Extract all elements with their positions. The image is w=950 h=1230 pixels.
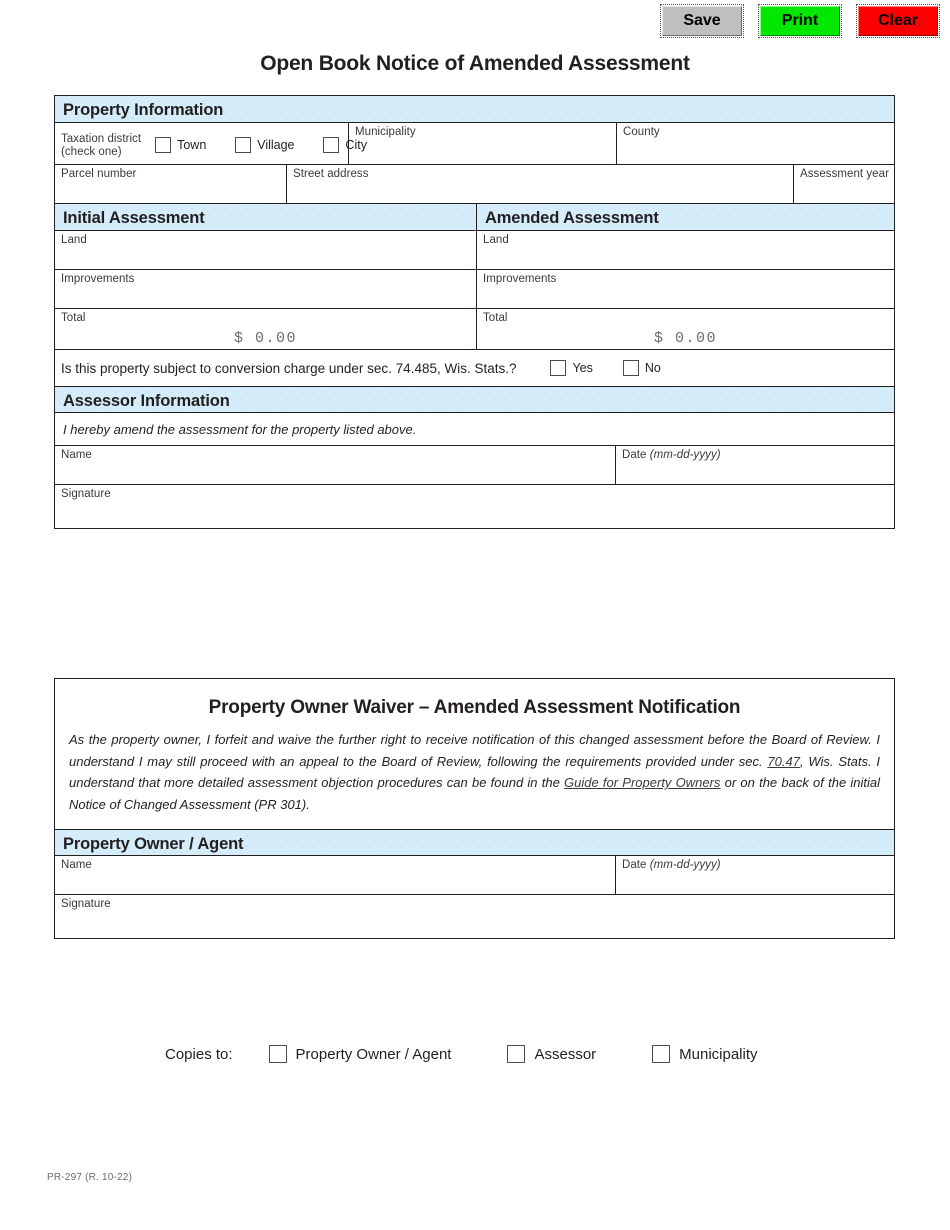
waiver-title: Property Owner Waiver – Amended Assessme… bbox=[208, 697, 741, 718]
street-address-field[interactable]: Street address bbox=[286, 165, 793, 203]
owner-date-format: (mm-dd-yyyy) bbox=[649, 859, 721, 871]
county-field[interactable]: County bbox=[616, 123, 894, 164]
section-header-amended-assessment: Amended Assessment bbox=[476, 204, 894, 230]
owner-signature-row: Signature bbox=[55, 894, 894, 938]
owner-date-field[interactable]: Date (mm-dd-yyyy) bbox=[615, 856, 894, 894]
copies-to-row: Copies to: Property Owner / Agent Assess… bbox=[165, 1045, 814, 1063]
assessment-headers-row: Initial Assessment Amended Assessment bbox=[55, 203, 894, 230]
print-button[interactable]: Print bbox=[758, 4, 842, 38]
parcel-number-field[interactable]: Parcel number bbox=[55, 165, 286, 203]
owner-signature-field[interactable]: Signature bbox=[55, 895, 894, 938]
waiver-paragraph: As the property owner, I forfeit and wai… bbox=[55, 721, 894, 829]
checkbox-village[interactable] bbox=[235, 136, 252, 153]
page-title: Open Book Notice of Amended Assessment bbox=[260, 52, 690, 75]
copies-to-label: Copies to: bbox=[165, 1045, 233, 1063]
municipality-label: Municipality bbox=[355, 126, 416, 138]
copies-to-option-property-owner[interactable]: Property Owner / Agent bbox=[268, 1045, 452, 1063]
parcel-row: Parcel number Street address Assessment … bbox=[55, 164, 894, 203]
conversion-charge-question: Is this property subject to conversion c… bbox=[61, 360, 517, 376]
conversion-charge-cell: Is this property subject to conversion c… bbox=[55, 360, 894, 376]
checkbox-town-label: Town bbox=[177, 137, 207, 152]
amended-improvements-label: Improvements bbox=[483, 273, 557, 285]
taxation-district-label: Taxation district bbox=[61, 133, 142, 145]
checkbox-conversion-yes[interactable] bbox=[550, 360, 567, 376]
assessor-statement: I hereby amend the assessment for the pr… bbox=[63, 422, 417, 437]
checkbox-copies-municipality-label: Municipality bbox=[679, 1045, 758, 1063]
owner-name-date-row: Name Date (mm-dd-yyyy) bbox=[55, 855, 894, 894]
conversion-charge-row: Is this property subject to conversion c… bbox=[55, 349, 894, 386]
waiver-text-part1: As the property owner, I forfeit and wai… bbox=[69, 732, 880, 769]
initial-improvements-label: Improvements bbox=[61, 273, 135, 285]
property-information-block: Property Information Taxation district (… bbox=[54, 95, 895, 529]
checkbox-copies-assessor-label: Assessor bbox=[534, 1045, 597, 1063]
checkbox-copies-property-owner-label: Property Owner / Agent bbox=[295, 1045, 452, 1063]
checkbox-copies-municipality[interactable] bbox=[652, 1045, 671, 1063]
copies-to-option-assessor[interactable]: Assessor bbox=[507, 1045, 596, 1063]
assessor-date-label-wrap: Date (mm-dd-yyyy) bbox=[622, 449, 894, 462]
section-header-initial-assessment: Initial Assessment bbox=[55, 204, 476, 230]
guide-for-property-owners-link[interactable]: Guide for Property Owners bbox=[564, 775, 720, 790]
assessor-name-field[interactable]: Name bbox=[55, 446, 615, 484]
assessor-date-format: (mm-dd-yyyy) bbox=[649, 449, 721, 461]
assessor-signature-row: Signature bbox=[55, 484, 894, 528]
initial-improvements-field[interactable]: Improvements bbox=[55, 270, 476, 308]
owner-date-label-wrap: Date (mm-dd-yyyy) bbox=[622, 859, 894, 872]
street-address-label: Street address bbox=[293, 168, 369, 180]
assessment-year-field[interactable]: Assessment year bbox=[793, 165, 894, 203]
taxation-district-cell: Taxation district (check one) Town Villa… bbox=[55, 123, 367, 164]
initial-land-field[interactable]: Land bbox=[55, 231, 476, 269]
clear-button[interactable]: Clear bbox=[856, 4, 940, 38]
county-label: County bbox=[623, 126, 660, 138]
amended-land-field[interactable]: Land bbox=[476, 231, 894, 269]
amended-total-label: Total bbox=[483, 312, 508, 324]
form-revision-footer: PR-297 (R. 10-22) bbox=[47, 1172, 133, 1183]
amended-land-label: Land bbox=[483, 234, 509, 246]
owner-name-field[interactable]: Name bbox=[55, 856, 615, 894]
property-owner-waiver-block: Property Owner Waiver – Amended Assessme… bbox=[54, 678, 895, 939]
total-row: Total $ 0.00 Total $ 0.00 bbox=[55, 308, 894, 349]
section-header-property-owner-agent: Property Owner / Agent bbox=[55, 829, 894, 855]
checkbox-copies-assessor[interactable] bbox=[507, 1045, 526, 1063]
checkbox-city[interactable] bbox=[323, 136, 340, 153]
section-header-property-information: Property Information bbox=[55, 96, 894, 122]
owner-date-label: Date bbox=[622, 859, 647, 871]
municipality-field[interactable]: Municipality bbox=[348, 123, 616, 164]
assessment-year-label: Assessment year bbox=[800, 168, 889, 180]
assessor-signature-label: Signature bbox=[61, 488, 111, 500]
checkbox-town[interactable] bbox=[155, 136, 172, 153]
owner-signature-label: Signature bbox=[61, 898, 111, 910]
checkbox-conversion-no[interactable] bbox=[622, 360, 639, 376]
checkbox-conversion-yes-label: Yes bbox=[572, 361, 593, 375]
parcel-number-label: Parcel number bbox=[61, 168, 137, 180]
assessor-name-label: Name bbox=[61, 449, 92, 461]
initial-total-label: Total bbox=[61, 312, 86, 324]
initial-land-label: Land bbox=[61, 234, 87, 246]
initial-total-field: Total $ 0.00 bbox=[55, 309, 476, 349]
checkbox-conversion-no-label: No bbox=[644, 361, 661, 375]
assessor-signature-field[interactable]: Signature bbox=[55, 485, 894, 528]
taxation-district-hint: (check one) bbox=[61, 146, 122, 158]
copies-to-option-municipality[interactable]: Municipality bbox=[652, 1045, 758, 1063]
amended-total-value: $ 0.00 bbox=[653, 330, 717, 347]
section-header-assessor-information: Assessor Information bbox=[55, 386, 894, 412]
taxation-district-row: Taxation district (check one) Town Villa… bbox=[55, 122, 894, 164]
assessor-date-label: Date bbox=[622, 449, 647, 461]
land-row: Land Land bbox=[55, 230, 894, 269]
initial-total-value: $ 0.00 bbox=[233, 330, 297, 347]
checkbox-copies-property-owner[interactable] bbox=[268, 1045, 287, 1063]
statute-70-47-link[interactable]: 70.47 bbox=[767, 754, 800, 769]
amended-improvements-field[interactable]: Improvements bbox=[476, 270, 894, 308]
form-action-toolbar: Save Print Clear bbox=[660, 4, 940, 38]
assessor-statement-row: I hereby amend the assessment for the pr… bbox=[55, 412, 894, 445]
assessor-date-field[interactable]: Date (mm-dd-yyyy) bbox=[615, 446, 894, 484]
improvements-row: Improvements Improvements bbox=[55, 269, 894, 308]
owner-name-label: Name bbox=[61, 859, 92, 871]
checkbox-village-label: Village bbox=[257, 137, 295, 152]
save-button[interactable]: Save bbox=[660, 4, 744, 38]
amended-total-field: Total $ 0.00 bbox=[476, 309, 894, 349]
assessor-name-date-row: Name Date (mm-dd-yyyy) bbox=[55, 445, 894, 484]
